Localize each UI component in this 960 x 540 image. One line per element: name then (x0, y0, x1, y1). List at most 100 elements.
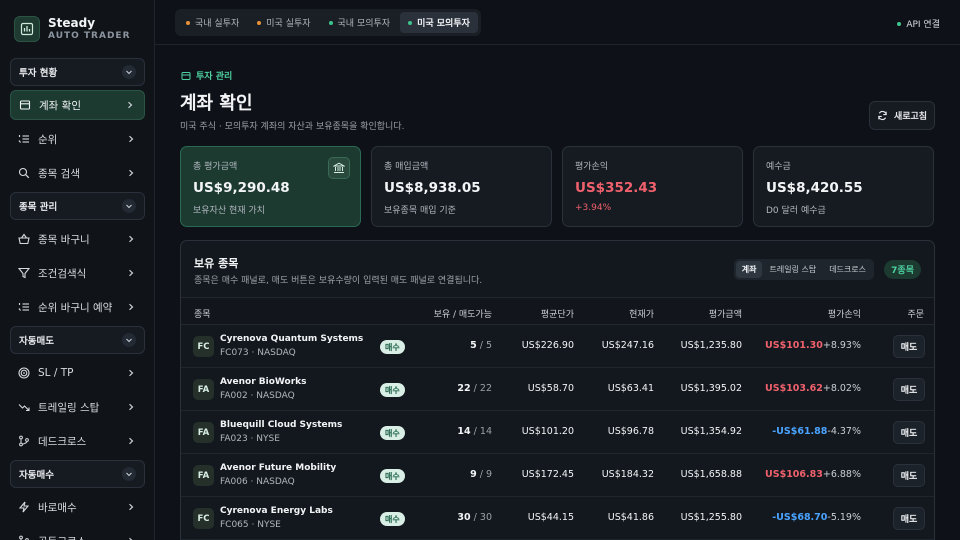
holdings-table-header: 종목 보유 / 매도가능 평균단가 현재가 평가금액 평가손익 주문 (181, 297, 934, 325)
current-price: US$41.86 (607, 512, 654, 523)
chevron-right-icon (125, 367, 137, 379)
qty-separator: / (476, 469, 486, 480)
table-row[interactable]: FA Avenor Future Mobility FA006 · NASDAQ 매수… (181, 454, 934, 497)
sidebar-section-header[interactable]: 자동매도 (10, 326, 145, 354)
stock-name[interactable]: Cyrenova Quantum Systems (220, 334, 363, 344)
holdings-panel: 보유 종목 종목은 매수 패널로, 매도 버튼은 보유수량이 입력된 매도 패널… (180, 240, 935, 540)
sidebar-item[interactable]: 조건검색식 (10, 258, 145, 288)
sellable-qty-value: 22 (479, 383, 492, 394)
api-status-label: API 연결 (906, 20, 940, 30)
list-ordered-icon (18, 301, 30, 313)
sidebar-item-label: 순위 (38, 133, 58, 146)
stock-code: FC065 · NYSE (220, 520, 281, 530)
ledger-icon (180, 70, 192, 82)
chevron-right-icon (125, 267, 137, 279)
sell-button[interactable]: 매도 (893, 464, 925, 487)
git-branch-icon (18, 435, 30, 447)
sidebar-section-header[interactable]: 투자 현황 (10, 58, 145, 86)
status-dot-icon (408, 20, 413, 25)
view-toggle-option[interactable]: 데드크로스 (823, 261, 872, 278)
holding-qty-value: 30 (457, 512, 471, 523)
brand[interactable]: Steady AUTO TRADER (0, 0, 154, 44)
sidebar-item[interactable]: 계좌 확인 (10, 90, 145, 120)
stock-code: FA006 · NASDAQ (220, 477, 295, 487)
summary-card-value: US$8,938.05 (384, 180, 481, 196)
brand-name: Steady (48, 16, 96, 30)
sidebar-section-header[interactable]: 종목 관리 (10, 192, 145, 220)
sidebar-item[interactable]: 바로매수 (10, 492, 145, 522)
summary-card: 총 매입금액 US$8,938.05 보유종목 매입 기준 (371, 146, 552, 227)
filter-icon (18, 267, 30, 279)
sidebar-item[interactable]: 골든크로스 (10, 526, 145, 540)
stock-name[interactable]: Bluequill Cloud Systems (220, 420, 342, 430)
refresh-button[interactable]: 새로고침 (869, 101, 935, 130)
buy-badge[interactable]: 매수 (380, 469, 405, 483)
current-price: US$96.78 (607, 426, 654, 437)
summary-card-sub: +3.94% (575, 203, 612, 213)
sidebar-item[interactable]: 순위 (10, 124, 145, 154)
buy-badge[interactable]: 매수 (380, 340, 405, 354)
wallet-icon (19, 99, 31, 111)
account-tab[interactable]: 국내 모의투자 (321, 12, 399, 33)
account-tab[interactable]: 미국 모의투자 (400, 12, 478, 33)
table-row[interactable]: FC Cyrenova Quantum Systems FC073 · NASDAQ… (181, 325, 934, 368)
col-order: 주문 (907, 310, 924, 320)
sell-button[interactable]: 매도 (893, 421, 925, 444)
account-tab-label: 국내 모의투자 (337, 19, 391, 29)
stock-name[interactable]: Cyrenova Energy Labs (220, 506, 333, 516)
avg-price: US$58.70 (527, 383, 574, 394)
buy-badge[interactable]: 매수 (380, 383, 405, 397)
search-icon (18, 167, 30, 179)
view-toggle-option[interactable]: 트레일링 스탑 (763, 261, 822, 278)
profit-loss: US$103.62+8.02% (765, 383, 861, 394)
sell-button[interactable]: 매도 (893, 378, 925, 401)
sidebar-item[interactable]: 종목 바구니 (10, 224, 145, 254)
holding-qty: 14 / 14 (457, 426, 492, 437)
sell-button[interactable]: 매도 (893, 507, 925, 530)
holding-qty-value: 5 (470, 340, 477, 351)
profit-loss-amount: US$101.30 (765, 340, 823, 351)
summary-card-value: US$9,290.48 (193, 180, 290, 196)
profit-loss: -US$61.88-4.37% (772, 426, 861, 437)
buy-badge[interactable]: 매수 (380, 426, 405, 440)
buy-badge[interactable]: 매수 (380, 512, 405, 526)
table-row[interactable]: FC Cyrenova Energy Labs FC065 · NYSE 매수 30 /… (181, 497, 934, 540)
chevron-down-icon (122, 467, 136, 481)
sell-button[interactable]: 매도 (893, 335, 925, 358)
refresh-icon (877, 110, 889, 122)
sidebar-item[interactable]: 데드크로스 (10, 426, 145, 456)
list-ordered-icon (18, 133, 30, 145)
chevron-down-icon (122, 199, 136, 213)
profit-loss: US$101.30+8.93% (765, 340, 861, 351)
chevron-right-icon (125, 167, 137, 179)
account-tab[interactable]: 국내 실투자 (178, 12, 247, 33)
sidebar-item[interactable]: SL / TP (10, 358, 145, 388)
sidebar-item[interactable]: 순위 바구니 예약 (10, 292, 145, 322)
stock-name[interactable]: Avenor Future Mobility (220, 463, 336, 473)
profit-loss-amount: -US$61.88 (772, 426, 828, 437)
summary-card: 예수금 US$8,420.55 D0 달러 예수금 (753, 146, 934, 227)
col-qty: 보유 / 매도가능 (433, 310, 492, 320)
table-row[interactable]: FA Bluequill Cloud Systems FA023 · NYSE 매수 1… (181, 411, 934, 454)
holding-qty: 9 / 9 (470, 469, 492, 480)
sidebar-section-header[interactable]: 자동매수 (10, 460, 145, 488)
eval-amount: US$1,255.80 (680, 512, 742, 523)
holding-qty-value: 14 (457, 426, 471, 437)
chevron-down-icon (122, 65, 136, 79)
sidebar-item[interactable]: 트레일링 스탑 (10, 392, 145, 422)
sidebar-item[interactable]: 종목 검색 (10, 158, 145, 188)
stock-name[interactable]: Avenor BioWorks (220, 377, 306, 387)
summary-card-sub: D0 달러 예수금 (766, 206, 826, 216)
holdings-table-body: FC Cyrenova Quantum Systems FC073 · NASDAQ… (181, 325, 934, 540)
profit-loss: US$106.83+6.88% (765, 469, 861, 480)
profit-loss-percent: +8.93% (822, 340, 861, 351)
git-branch-icon (18, 535, 30, 540)
sellable-qty-value: 9 (485, 469, 492, 480)
sidebar-item-label: 트레일링 스탑 (38, 401, 100, 414)
chevron-right-icon (124, 99, 136, 111)
profit-loss: -US$68.70-5.19% (772, 512, 861, 523)
account-tab[interactable]: 미국 실투자 (249, 12, 318, 33)
summary-card: 평가손익 US$352.43 +3.94% (562, 146, 743, 227)
table-row[interactable]: FA Avenor BioWorks FA002 · NASDAQ 매수 22 / 22… (181, 368, 934, 411)
view-toggle-option[interactable]: 계좌 (735, 261, 763, 278)
